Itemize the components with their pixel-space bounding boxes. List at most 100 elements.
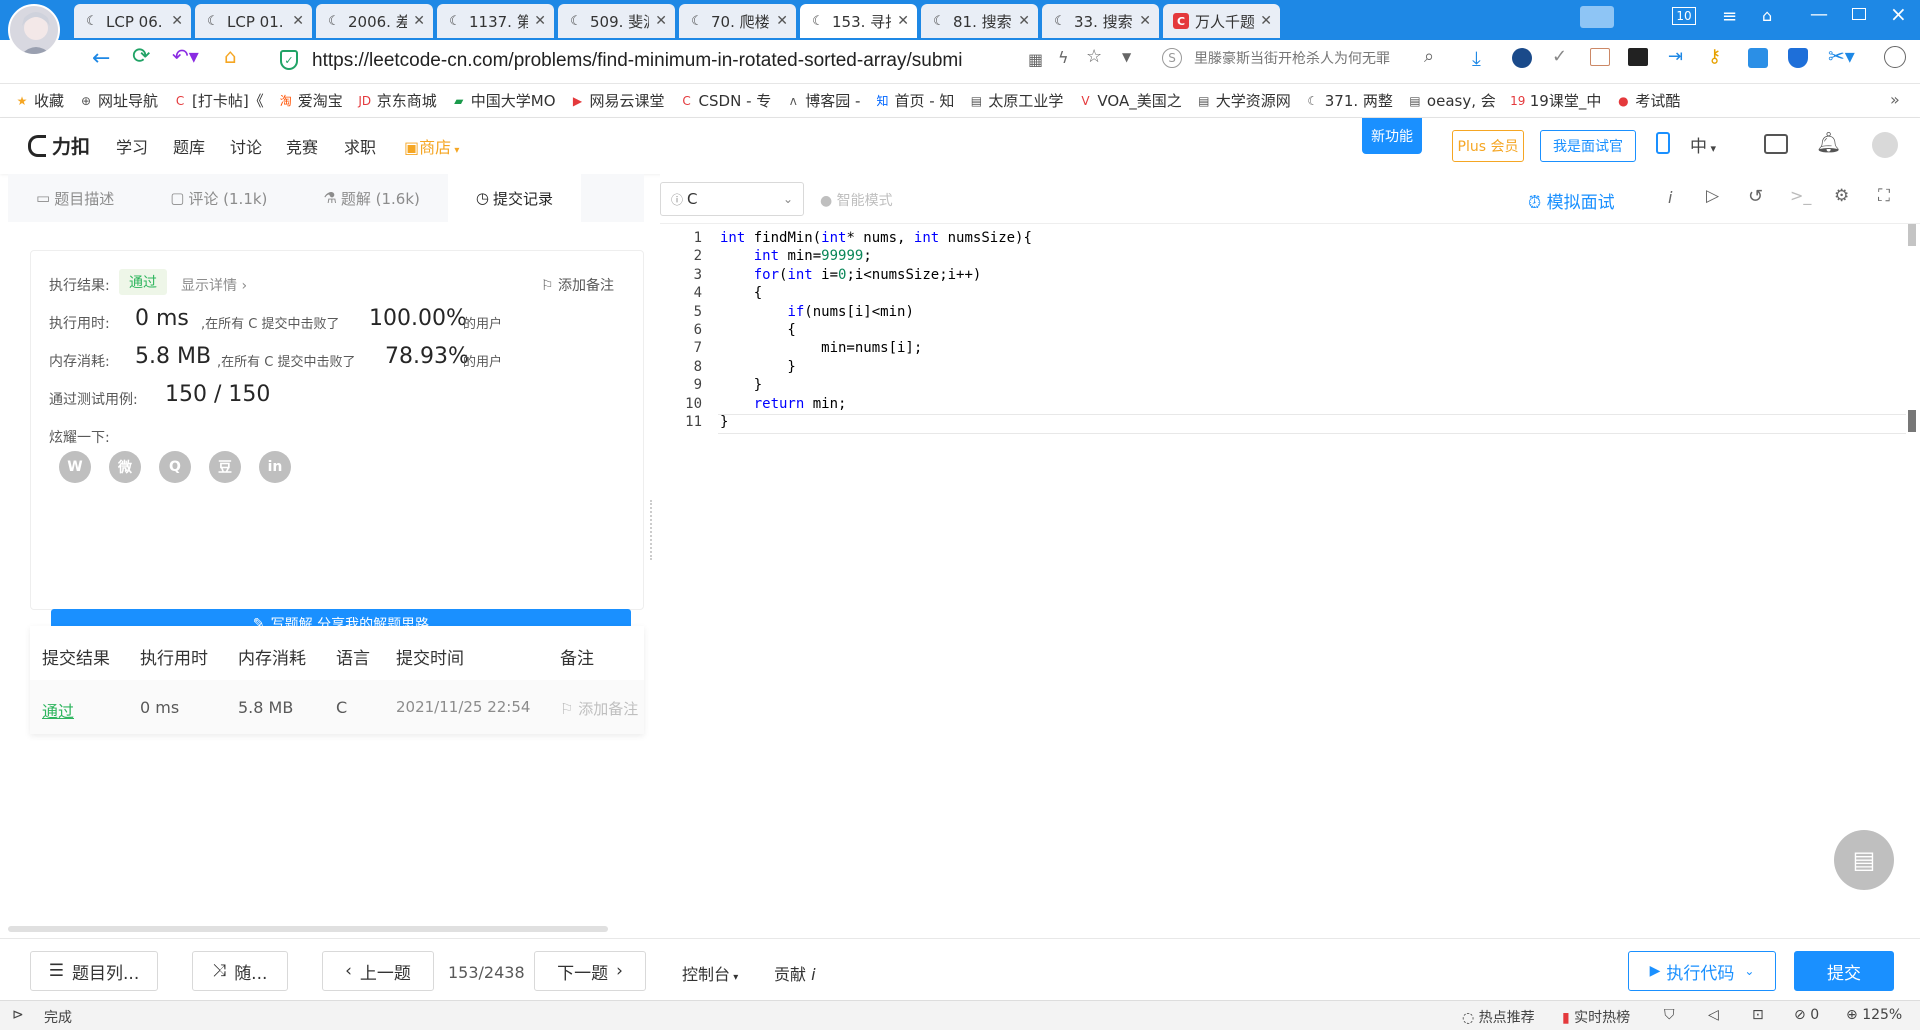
code-line[interactable]: min=nums[i]; <box>720 340 922 356</box>
close-tab-icon[interactable]: ✕ <box>413 13 425 29</box>
tab-overflow-button[interactable] <box>1580 6 1614 28</box>
close-tab-icon[interactable]: ✕ <box>292 13 304 29</box>
problem-list-button[interactable]: ☰ 题目列... <box>30 951 158 991</box>
reload-icon[interactable]: ⟳ <box>132 44 150 69</box>
code-line[interactable]: if(nums[i]<min) <box>720 304 913 320</box>
code-line[interactable]: { <box>720 322 795 338</box>
submit-button[interactable]: 提交 <box>1794 951 1894 991</box>
browser-tab[interactable]: ☾ LCP 06. 拿 ✕ <box>74 4 191 38</box>
minimize-button[interactable]: — <box>1810 4 1828 25</box>
table-row[interactable]: 通过 0 ms 5.8 MB C 2021/11/25 22:54 ⚐ 添加备注 <box>30 680 644 734</box>
search-icon[interactable]: ⌕ <box>1424 46 1434 67</box>
extension-read-icon[interactable] <box>1590 48 1610 66</box>
row-result-link[interactable]: 通过 <box>42 698 74 722</box>
close-tab-icon[interactable]: ✕ <box>655 13 667 29</box>
editor-scrollbar-thumb[interactable] <box>1908 410 1916 432</box>
playground-icon[interactable] <box>1764 134 1788 154</box>
close-tab-icon[interactable]: ✕ <box>1139 13 1151 29</box>
bookmark-item[interactable]: ▤ 太原工业学 <box>968 90 1064 111</box>
user-avatar[interactable] <box>1872 132 1898 158</box>
code-line[interactable]: } <box>720 377 762 393</box>
code-line[interactable]: return min; <box>720 396 847 412</box>
fullscreen-icon[interactable]: ⛶ <box>1878 186 1890 206</box>
contribute-link[interactable]: 贡献 i <box>774 961 816 985</box>
browser-tab[interactable]: ☾ 153. 寻找旋 ✕ <box>800 4 917 38</box>
back-icon[interactable]: ← <box>92 46 110 71</box>
bookmark-item[interactable]: JD 京东商城 <box>357 90 436 111</box>
browser-tab[interactable]: ☾ 2006. 差的 ✕ <box>316 4 433 38</box>
row-add-note[interactable]: ⚐ 添加备注 <box>560 698 644 719</box>
volume-icon[interactable]: ◁ <box>1708 1007 1719 1023</box>
close-tab-icon[interactable]: ✕ <box>534 13 546 29</box>
tab-comments[interactable]: ▢ 评论 (1.1k) <box>142 174 295 222</box>
prev-problem-button[interactable]: ‹ 上一题 <box>322 951 434 991</box>
browser-tab[interactable]: ☾ LCP 01. 猜 ✕ <box>195 4 312 38</box>
bookmark-item[interactable]: C CSDN - 专 <box>679 90 771 111</box>
mobile-icon[interactable] <box>1656 132 1670 154</box>
horizontal-scrollbar[interactable] <box>8 926 608 932</box>
bookmark-item[interactable]: ★ 收藏 <box>14 90 64 111</box>
hot-recommend[interactable]: ◌ 热点推荐 <box>1462 1007 1535 1027</box>
notebook-float-button[interactable]: ▤ <box>1834 830 1894 890</box>
run-code-button[interactable]: ▶ 执行代码 ⌄ <box>1628 951 1776 991</box>
next-problem-button[interactable]: 下一题 › <box>534 951 646 991</box>
code-line[interactable]: } <box>720 359 795 375</box>
search-box[interactable]: 里滕豪斯当街开枪杀人为何无罪 <box>1194 48 1414 70</box>
editor-scrollbar-top[interactable] <box>1908 224 1916 246</box>
bookmark-item[interactable]: V VOA_美国之 <box>1077 90 1181 111</box>
info-italic-icon[interactable]: i <box>1668 188 1672 207</box>
profile-avatar[interactable] <box>8 4 60 56</box>
douban-icon[interactable]: 豆 <box>209 451 241 483</box>
wechat-icon[interactable]: W <box>59 451 91 483</box>
browser-tab[interactable]: ☾ 81. 搜索旋 ✕ <box>921 4 1038 38</box>
nav-learn[interactable]: 学习 <box>116 134 148 158</box>
bookmarks-more-icon[interactable]: » <box>1890 90 1900 109</box>
new-feature-badge[interactable]: 新功能 <box>1362 118 1422 154</box>
bookmark-item[interactable]: ▤ 大学资源网 <box>1196 90 1291 111</box>
bookmark-item[interactable]: ● 考试酷 <box>1615 90 1680 111</box>
code-line[interactable]: } <box>720 414 728 430</box>
maximize-button[interactable] <box>1852 8 1866 20</box>
bookmark-item[interactable]: C [打卡帖]《 <box>172 90 264 111</box>
download-icon[interactable]: ⤓ <box>1472 46 1481 70</box>
code-editor[interactable]: 1 int findMin(int* nums, int numsSize){2 … <box>660 224 1920 936</box>
tab-description[interactable]: ▭ 题目描述 <box>8 174 142 222</box>
browser-tab[interactable]: ☾ 509. 斐波那 ✕ <box>558 4 675 38</box>
linkedin-icon[interactable]: in <box>259 451 291 483</box>
menu-icon[interactable]: ≡ <box>1722 6 1737 27</box>
tab-count-badge[interactable]: 10 <box>1672 7 1696 25</box>
close-tab-icon[interactable]: ✕ <box>1018 13 1030 29</box>
sidebar-toggle-icon[interactable]: ⊳ <box>12 1007 24 1023</box>
favorite-star-icon[interactable]: ☆ <box>1086 46 1102 67</box>
realtime-hot-list[interactable]: ▮ 实时热榜 <box>1562 1007 1630 1027</box>
close-tab-icon[interactable]: ✕ <box>171 13 183 29</box>
bookmark-item[interactable]: 19 19课堂_中 <box>1510 90 1601 111</box>
nav-store[interactable]: ▣商店 ▾ <box>404 134 459 158</box>
lightning-icon[interactable]: ϟ <box>1058 48 1069 67</box>
scissors-icon[interactable]: ✂▾ <box>1828 44 1855 68</box>
code-line[interactable]: int min=99999; <box>720 248 872 264</box>
language-select[interactable]: ⓘ C ⌄ <box>660 182 804 216</box>
browser-tab[interactable]: ☾ 70. 爬楼梯 ✕ <box>679 4 796 38</box>
reset-icon[interactable]: ↺ <box>1748 186 1763 207</box>
undo-close-icon[interactable]: ↶▾ <box>172 44 199 68</box>
browser-tab[interactable]: C 万人千题社 ✕ <box>1163 4 1280 38</box>
show-details-link[interactable]: 显示详情 › <box>181 275 247 295</box>
leetcode-logo[interactable]: 力扣 <box>28 132 90 159</box>
close-window-button[interactable]: × <box>1890 2 1907 26</box>
dropdown-icon[interactable]: ▼ <box>1122 50 1131 64</box>
extension-login-icon[interactable]: ⇥ <box>1668 46 1683 67</box>
nav-contest[interactable]: 竞赛 <box>286 134 318 158</box>
extension-key-icon[interactable]: ⚷ <box>1708 46 1721 67</box>
bookmark-item[interactable]: 淘爱淘宝 <box>278 90 343 111</box>
extension-globe-icon[interactable] <box>1512 48 1532 68</box>
tab-solutions[interactable]: ⚗ 题解 (1.6k) <box>295 174 447 222</box>
bookmark-item[interactable]: ⊕ 网址导航 <box>78 90 158 111</box>
panel-resize-handle[interactable] <box>650 500 654 560</box>
home-icon[interactable]: ⌂ <box>224 44 237 68</box>
skin-icon[interactable]: ⌂ <box>1762 6 1772 25</box>
add-note-button[interactable]: ⚐ 添加备注 <box>541 275 614 295</box>
mock-interview-button[interactable]: ⏰︎ 模拟面试 <box>1528 188 1615 213</box>
bookmark-item[interactable]: ☾ 371. 两整 <box>1305 90 1393 111</box>
bookmark-item[interactable]: ▶ 网易云课堂 <box>570 90 665 111</box>
